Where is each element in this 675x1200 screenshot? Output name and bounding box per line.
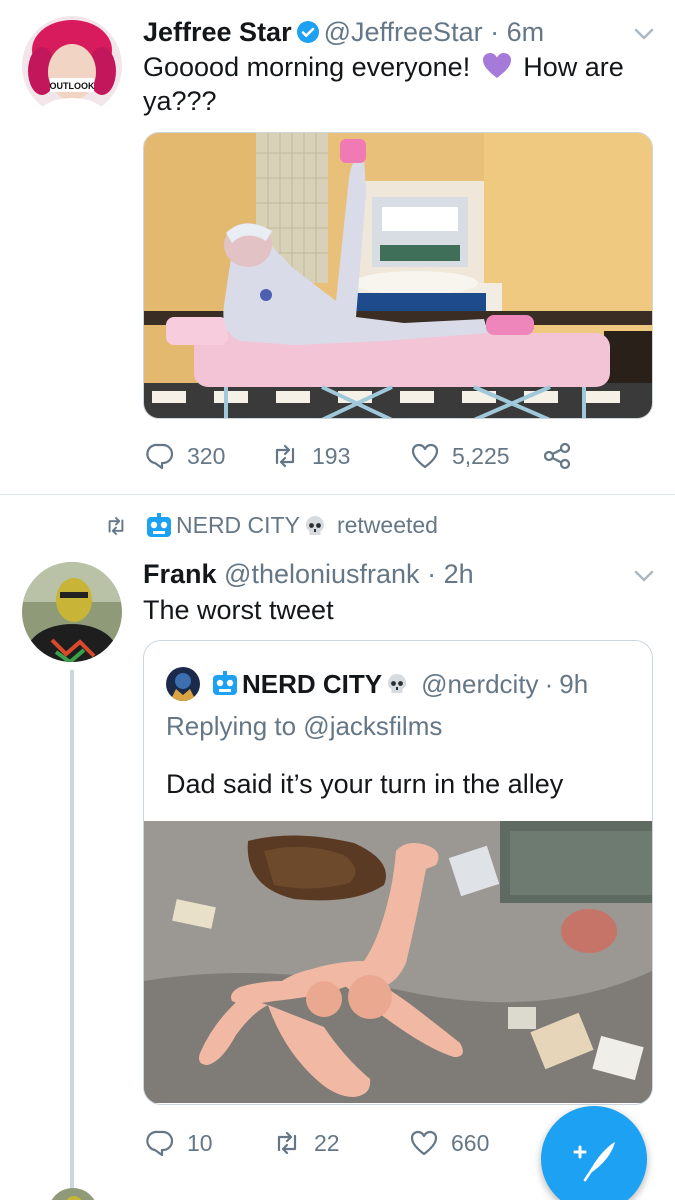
quoted-handle[interactable]: @nerdcity <box>421 669 538 700</box>
retweet-icon <box>277 1131 297 1155</box>
retweet-context[interactable]: NERD CITY retweeted <box>104 512 438 539</box>
handle[interactable]: @theloniusfrank <box>224 559 420 589</box>
reply-icon <box>146 1130 174 1157</box>
share-icon <box>543 442 571 470</box>
tweet-text-line2: ya??? <box>143 86 217 116</box>
heart-outline-icon <box>411 443 439 469</box>
skull-icon <box>385 672 409 696</box>
like-button[interactable]: 660 <box>409 1128 489 1158</box>
quoted-tweet-header: NERD CITY @nerdcity · 9h <box>166 667 588 701</box>
tweet1-actions: 320 193 5,225 <box>145 441 584 471</box>
like-count: 660 <box>451 1129 490 1156</box>
retweet-count: 22 <box>314 1129 340 1156</box>
retweet-icon <box>108 516 124 535</box>
separator-dot: · <box>490 17 500 47</box>
reply-icon <box>146 443 174 470</box>
compose-feather-icon <box>573 1142 615 1182</box>
avatar-jeffree[interactable]: OUTLOOK <box>22 16 122 116</box>
tweet2-header: Frank @theloniusfrank · 2h <box>143 557 474 591</box>
display-name[interactable]: Jeffree Star <box>143 17 292 47</box>
tweet-text: Gooood morning everyone! How are ya??? <box>143 50 653 118</box>
skull-icon <box>303 514 327 538</box>
like-count: 5,225 <box>452 442 510 469</box>
reply-button[interactable]: 10 <box>145 1128 272 1158</box>
tweet-frank[interactable]: Frank @theloniusfrank · 2h The worst twe… <box>0 540 675 1200</box>
retweet-count: 193 <box>312 442 351 469</box>
reply-count: 320 <box>187 442 226 469</box>
chevron-down-icon[interactable] <box>632 22 656 46</box>
tweet-text-part2: How are <box>523 52 624 82</box>
handle[interactable]: @JeffreeStar <box>324 17 483 47</box>
timestamp[interactable]: 6m <box>507 17 545 47</box>
replying-to[interactable]: Replying to @jacksfilms <box>166 711 442 742</box>
tweet-text: The worst tweet <box>143 595 334 625</box>
reply-count: 10 <box>187 1129 213 1156</box>
retweeter-name: NERD CITY <box>176 512 300 538</box>
quoted-timestamp[interactable]: 9h <box>559 669 588 700</box>
thread-connector-line <box>70 670 74 1200</box>
purple-heart-icon <box>482 52 512 80</box>
share-button[interactable] <box>542 441 584 471</box>
avatar-frank[interactable] <box>22 562 122 662</box>
chevron-down-icon[interactable] <box>632 564 656 588</box>
timestamp[interactable]: 2h <box>444 559 474 589</box>
verified-badge-icon <box>296 18 320 43</box>
tweet2-actions: 10 22 660 <box>145 1128 489 1158</box>
robot-face-icon <box>210 671 240 697</box>
retweet-button[interactable]: 193 <box>270 441 410 471</box>
separator-dot: · <box>544 668 554 699</box>
heart-outline-icon <box>410 1130 438 1156</box>
retweeted-label: retweeted <box>336 512 438 538</box>
reply-button[interactable]: 320 <box>145 441 270 471</box>
display-name[interactable]: Frank <box>143 559 217 589</box>
tweet-photo[interactable] <box>143 132 653 419</box>
tweet-text-part1: Gooood morning everyone! <box>143 52 471 82</box>
quoted-display-name[interactable]: NERD CITY <box>242 669 382 700</box>
like-button[interactable]: 5,225 <box>410 441 542 471</box>
separator-dot: · <box>427 559 437 589</box>
tweet-jeffree[interactable]: OUTLOOK Jeffree Star @JeffreeStar · 6m Go… <box>0 0 675 494</box>
quoted-tweet-text: Dad said it’s your turn in the alley <box>166 769 564 799</box>
tweet-divider <box>0 494 675 495</box>
quoted-tweet-photo[interactable] <box>144 821 652 1103</box>
avatar-nerdcity[interactable] <box>166 667 200 701</box>
svg-text:OUTLOOK: OUTLOOK <box>50 81 95 91</box>
tweet1-header: Jeffree Star @JeffreeStar · 6m <box>143 15 544 49</box>
quoted-tweet-card[interactable]: NERD CITY @nerdcity · 9h Replying to @ja… <box>143 640 653 1105</box>
retweet-icon <box>275 444 295 468</box>
retweet-button[interactable]: 22 <box>272 1128 409 1158</box>
robot-face-icon <box>144 512 174 539</box>
